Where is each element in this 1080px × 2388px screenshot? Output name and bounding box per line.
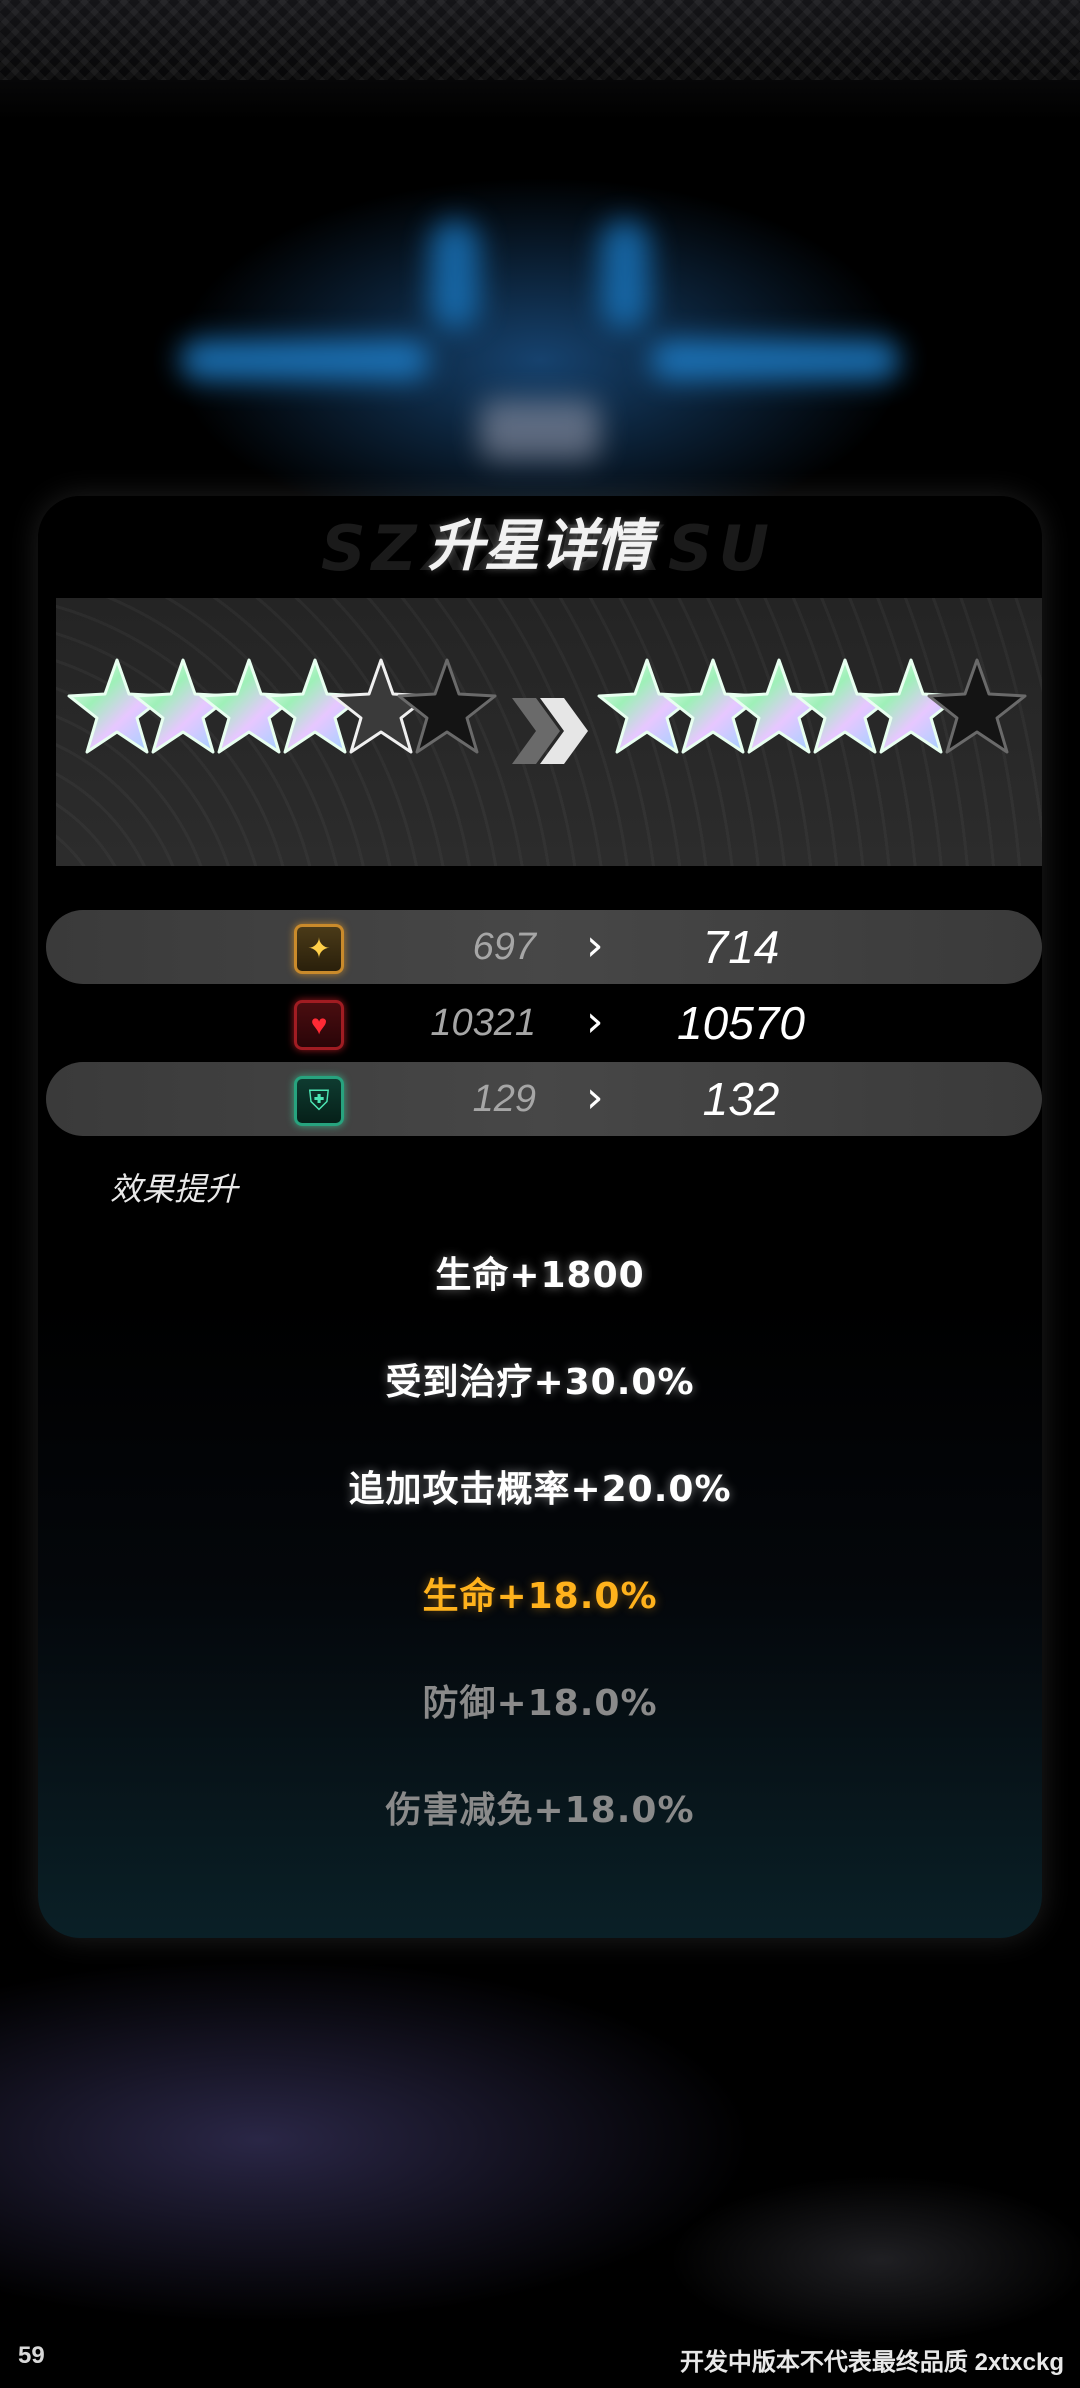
double-chevron-right-icon	[512, 698, 588, 764]
effect-item: 追加攻击概率+20.0%	[348, 1469, 732, 1510]
effect-item: 防御+18.0%	[422, 1683, 658, 1724]
background-pattern	[0, 0, 1080, 80]
effect-item: 伤害减免+18.0%	[385, 1790, 695, 1831]
chevron-right-icon: ›	[586, 996, 604, 1047]
stat-row-attack: ✦ 697 › 714	[46, 910, 1042, 984]
fps-counter: 59	[18, 2342, 45, 2369]
stat-new-value: 10570	[677, 997, 805, 1049]
stat-row-health: ♥ 10321 › 10570	[46, 986, 1042, 1060]
stat-old-value: 10321	[430, 1002, 536, 1044]
stat-new-value: 132	[702, 1073, 780, 1125]
shield-icon: ⛨	[294, 1076, 344, 1126]
star-empty-icon	[927, 656, 1027, 756]
effects-heading: 效果提升	[110, 1171, 239, 1207]
chevron-right-icon: ›	[586, 920, 604, 971]
dialog-title: 升星详情	[428, 514, 652, 579]
star-empty-icon	[397, 656, 497, 756]
current-star-rating	[67, 656, 497, 766]
build-notice: 开发中版本不代表最终品质 2xtxckg	[679, 2349, 1064, 2376]
stat-row-defense: ⛨ 129 › 132	[46, 1062, 1042, 1136]
stat-new-value: 714	[702, 921, 780, 973]
effect-item: 生命+1800	[435, 1255, 645, 1296]
star-upgrade-dialog: SZXX UXSU 升星详情 ✦ 697 › 714 ♥ 10321 › 105…	[38, 496, 1042, 1938]
sparkle-icon: ✦	[294, 924, 344, 974]
stat-old-value: 129	[472, 1078, 536, 1120]
upgraded-star-rating	[597, 656, 1027, 766]
character-silhouette	[160, 200, 920, 480]
stat-old-value: 697	[472, 926, 536, 968]
chevron-right-icon: ›	[586, 1072, 604, 1123]
effect-item: 生命+18.0%	[422, 1576, 658, 1617]
effect-item: 受到治疗+30.0%	[385, 1362, 695, 1403]
heart-icon: ♥	[294, 1000, 344, 1050]
